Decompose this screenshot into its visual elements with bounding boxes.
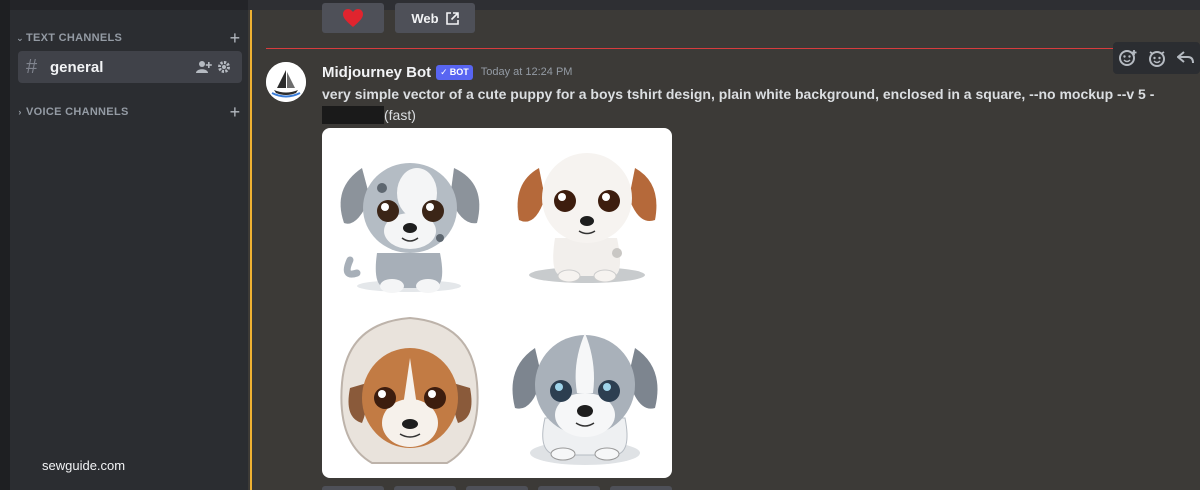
- upscale-button-4[interactable]: [538, 486, 600, 490]
- message-header: Midjourney Bot ✓ BOT Today at 12:24 PM: [322, 62, 572, 82]
- sidebar-top-edge: [10, 0, 248, 10]
- channel-sidebar: ⌄ TEXT CHANNELS + # general › VOICE CHAN…: [10, 0, 248, 490]
- super-reaction-icon[interactable]: [1146, 47, 1168, 69]
- checkmark-icon: ✓: [440, 66, 448, 77]
- message-second-line: (fast): [322, 105, 416, 125]
- message-timestamp: Today at 12:24 PM: [480, 66, 573, 78]
- create-channel-icon[interactable]: +: [226, 103, 244, 121]
- puppy-image-2[interactable]: [497, 128, 672, 303]
- server-rail: [0, 0, 10, 490]
- redacted-mention: [322, 106, 384, 124]
- message-toolbar: [1113, 42, 1200, 74]
- create-channel-icon[interactable]: +: [226, 29, 244, 47]
- web-link-button[interactable]: Web: [395, 3, 475, 33]
- author-name[interactable]: Midjourney Bot: [322, 64, 431, 81]
- upscale-button-3[interactable]: [466, 486, 528, 490]
- watermark-text: sewguide.com: [42, 458, 126, 473]
- reply-icon[interactable]: [1175, 47, 1197, 69]
- message-area: Web Midjourney Bot ✓ BOT Today at 12:24 …: [248, 0, 1200, 490]
- refresh-button[interactable]: [610, 486, 672, 490]
- puppy-image-4[interactable]: [497, 303, 672, 478]
- avatar[interactable]: [266, 62, 306, 102]
- chevron-right-icon: ›: [18, 107, 22, 117]
- top-edge: [248, 0, 1200, 10]
- image-grid[interactable]: [322, 128, 672, 478]
- heart-icon: [343, 9, 363, 27]
- bot-badge: ✓ BOT: [436, 64, 473, 80]
- heart-button[interactable]: [322, 3, 384, 33]
- upscale-button-1[interactable]: [322, 486, 384, 490]
- prompt-text: very simple vector of a cute puppy for a…: [322, 86, 1155, 102]
- bot-badge-label: BOT: [449, 67, 469, 77]
- text-channels-category[interactable]: ⌄ TEXT CHANNELS +: [14, 28, 244, 48]
- speed-label: (fast): [384, 107, 416, 123]
- sidebar-item-general[interactable]: # general: [18, 51, 242, 83]
- web-button-label: Web: [411, 10, 439, 26]
- category-label: VOICE CHANNELS: [26, 106, 129, 118]
- hash-icon: #: [26, 55, 38, 78]
- add-reaction-icon[interactable]: [1117, 47, 1139, 69]
- new-messages-divider: [266, 48, 1113, 49]
- voice-channels-category[interactable]: › VOICE CHANNELS +: [14, 102, 244, 122]
- add-member-icon[interactable]: [194, 57, 214, 77]
- external-link-icon: [445, 11, 459, 25]
- upscale-button-2[interactable]: [394, 486, 456, 490]
- chevron-down-icon: ⌄: [16, 32, 24, 43]
- puppy-image-1[interactable]: [322, 128, 497, 303]
- mention-highlight-bar: [250, 10, 252, 490]
- category-label: TEXT CHANNELS: [26, 32, 123, 44]
- puppy-image-3[interactable]: [322, 303, 497, 478]
- gear-icon[interactable]: [214, 57, 234, 77]
- channel-name: general: [50, 58, 104, 76]
